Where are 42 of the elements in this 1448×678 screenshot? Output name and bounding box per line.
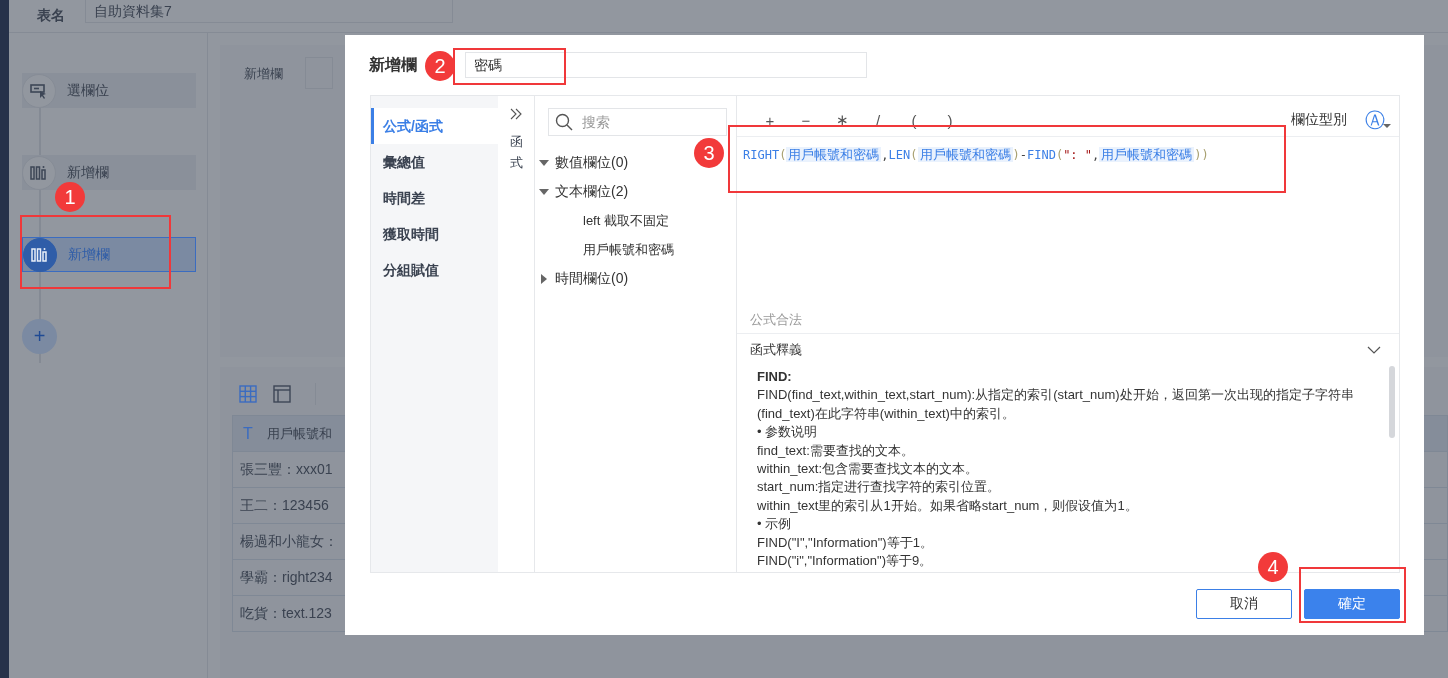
field-type-label: 欄位型別 [1291, 111, 1347, 129]
name-field[interactable]: 密碼 [465, 52, 867, 78]
help-text: • 参数说明 [757, 423, 818, 442]
columns-icon [22, 155, 56, 190]
table-name-field[interactable]: 自助資料集7 [85, 0, 453, 23]
tab[interactable]: 彙總值 [371, 144, 498, 180]
chevron-down-icon[interactable] [1367, 346, 1381, 354]
tab[interactable]: 分組賦值 [371, 252, 498, 288]
help-text: FIND(find_text,within_text,start_num):从指定的索引(start_num)处开始，返回第一次出现的指定子字符串(find_text)在此字符串(within_text)中的索引。 [757, 386, 1355, 423]
help-title: 函式釋義 [750, 341, 802, 359]
help-text: FIND("I","Information")等于1。 [757, 533, 933, 552]
operator-button[interactable]: − [795, 111, 817, 129]
operator-button[interactable]: + [759, 111, 781, 129]
step-number-badge: 1 [55, 182, 85, 212]
grid-icon[interactable] [239, 385, 257, 403]
help-text: within_text里的索引从1开始。如果省略start_num，则假设值为1。 [757, 496, 1138, 515]
formula-editor[interactable]: RIGHT(用戶帳號和密碼,LEN(用戶帳號和密碼)-FIND(": ",用戶帳號和密碼)) [737, 137, 1399, 307]
cancel-button[interactable]: 取消 [1196, 589, 1292, 619]
field-item[interactable]: left 截取不固定 [583, 206, 669, 235]
scrollbar-thumb[interactable] [1389, 366, 1395, 438]
tab[interactable]: 公式/函式 [371, 108, 498, 144]
function-name: FIND: [757, 368, 792, 386]
columns-icon [23, 237, 57, 272]
tree-item[interactable]: 時間欄位(0) [539, 264, 629, 293]
table-name-label: 表名 [37, 7, 65, 25]
confirm-button[interactable]: 確定 [1304, 589, 1400, 619]
dialog-title: 新增欄 [369, 54, 417, 75]
expand-icon[interactable] [510, 108, 522, 120]
operator-button[interactable]: ∗ [831, 111, 853, 129]
field-item[interactable]: 用戶帳號和密碼 [583, 235, 674, 264]
field-type-dropdown[interactable]: Ⓐ [1361, 106, 1389, 134]
search-field[interactable]: 搜索 [548, 108, 727, 136]
collapse-label[interactable]: 函式 [509, 132, 523, 174]
tab[interactable]: 時間差 [371, 180, 498, 216]
layout-icon[interactable] [273, 385, 291, 403]
tab[interactable]: 獲取時間 [371, 216, 498, 252]
help-text: within_text:包含需要查找文本的文本。 [757, 460, 979, 479]
tree-item[interactable]: 文本欄位(2) [539, 177, 629, 206]
tree-item[interactable]: 數值欄位(0) [539, 148, 629, 177]
config-label: 新增欄 [244, 65, 283, 83]
cursor-select-icon [22, 73, 56, 108]
formula-status: 公式合法 [737, 307, 1399, 334]
